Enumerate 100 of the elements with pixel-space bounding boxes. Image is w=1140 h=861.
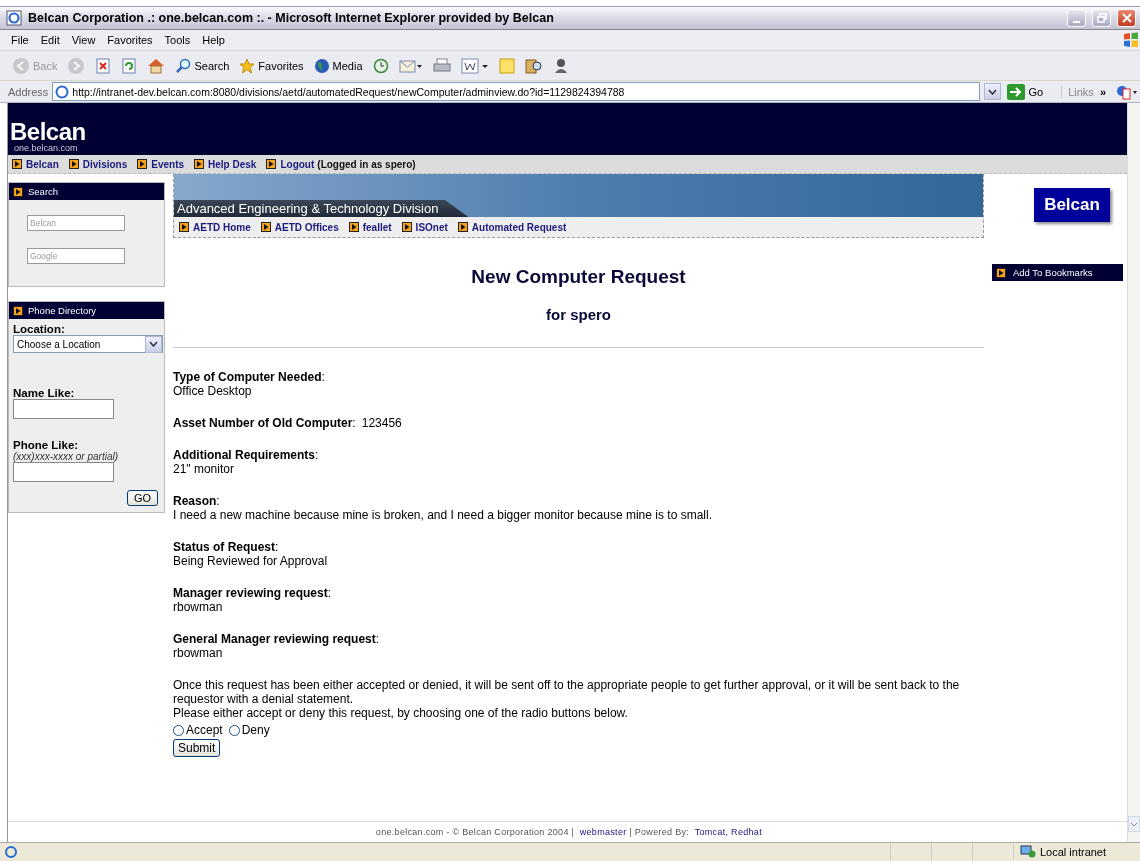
minimize-button[interactable]	[1067, 9, 1086, 27]
division-link[interactable]: Automated Request	[457, 221, 567, 233]
nav-link[interactable]: Belcan	[12, 158, 59, 170]
page-icon	[55, 84, 70, 99]
person-icon	[552, 57, 569, 74]
nav-link[interactable]: Logout	[266, 158, 315, 170]
login-status: (Logged in as spero)	[317, 158, 416, 170]
note-icon	[498, 57, 515, 74]
chevron-down-icon	[987, 88, 997, 95]
menu-item[interactable]: Tools	[161, 34, 200, 46]
name-field[interactable]	[13, 399, 114, 419]
division-title: Advanced Engineering & Technology Division	[174, 200, 469, 217]
division-link[interactable]: ISOnet	[401, 221, 448, 233]
search-button[interactable]: Search	[173, 55, 232, 76]
field-value: I need a new machine because mine is broken, and I need a bigger monitor because mine is to small.	[173, 508, 713, 522]
bullet-icon	[348, 222, 359, 232]
restore-button[interactable]	[1092, 9, 1111, 27]
instruction-text: Please either accept or deny this request, by choosing one of the radio buttons below.	[173, 706, 629, 720]
go-button[interactable]: Go	[1004, 83, 1058, 100]
bullet-icon	[13, 305, 23, 316]
menu-item[interactable]: Help	[199, 34, 234, 46]
media-button[interactable]: Media	[311, 55, 365, 76]
info-paragraph: Once this request has been either accepted or denied, it will be sent off to the appropriate people to get further approval, or it will be sent back to the requestor with a denial statement.	[173, 678, 961, 706]
footer-link[interactable]: Tomcat,	[691, 827, 729, 837]
footer-link[interactable]: Redhat	[728, 827, 762, 837]
phone-field[interactable]	[13, 462, 114, 482]
bullet-icon	[266, 159, 277, 169]
division-link[interactable]: AETD Home	[179, 221, 251, 233]
division-link[interactable]: feallet	[348, 221, 392, 233]
globe-icon	[313, 57, 330, 74]
chevron-down-icon	[1130, 821, 1138, 827]
star-icon	[239, 57, 256, 74]
intranet-icon	[1020, 845, 1036, 859]
bullet-icon	[194, 159, 205, 169]
radio-option[interactable]: Deny	[228, 723, 270, 737]
field-value: 123456	[361, 416, 402, 430]
site-logo[interactable]: Belcan one.belcan.com	[10, 120, 86, 153]
minimize-icon	[1073, 20, 1080, 23]
bullet-icon	[12, 159, 22, 169]
more-button[interactable]: »	[1099, 85, 1106, 98]
zone-label: Local intranet	[1040, 846, 1107, 858]
scrollbar[interactable]	[1127, 103, 1140, 842]
close-button[interactable]	[1117, 9, 1136, 27]
browser-icon	[6, 10, 22, 26]
go-button[interactable]: GO	[126, 490, 158, 506]
arrow-right-icon	[1006, 83, 1025, 100]
dropdown-button[interactable]	[983, 83, 1001, 100]
submit-button[interactable]: Submit	[173, 739, 221, 757]
location-select[interactable]: Choose a Location	[13, 335, 163, 353]
nav-link[interactable]: Events	[137, 158, 185, 170]
document-edit-icon	[460, 57, 489, 74]
field-label: Status of Request:	[173, 540, 280, 554]
mail-icon	[398, 57, 423, 74]
edit-button[interactable]	[458, 55, 491, 76]
field-label: Asset Number of Old Computer:	[173, 416, 356, 430]
bullet-icon	[260, 222, 271, 232]
field-value: Being Reviewed for Approval	[173, 554, 329, 568]
name-label: Name Like:	[13, 387, 76, 399]
bullet-icon	[68, 159, 79, 169]
menu-item[interactable]: File	[8, 34, 38, 46]
bullet-icon	[401, 222, 412, 232]
bullet-icon	[179, 222, 189, 232]
panel-title: Search	[28, 186, 59, 197]
close-icon	[1121, 13, 1132, 23]
window-title: Belcan Corporation .: one.belcan.com :. - Microsoft Internet Explorer provided by Belcan	[28, 11, 555, 25]
radio-option[interactable]: Accept	[173, 723, 223, 737]
bullet-icon	[13, 186, 23, 197]
page-title: New Computer Request	[470, 266, 687, 288]
menu-item[interactable]: Edit	[37, 34, 69, 46]
search-field[interactable]: Belcan	[27, 215, 125, 231]
home-icon	[147, 57, 166, 74]
nav-link[interactable]: Divisions	[68, 158, 128, 170]
page-subtitle: for spero	[545, 306, 612, 323]
location-label: Location:	[13, 323, 66, 335]
panel-title: Phone Directory	[28, 305, 97, 316]
belcan-logo[interactable]: Belcan	[1034, 188, 1110, 222]
division-link[interactable]: AETD Offices	[260, 221, 339, 233]
pdf-icon[interactable]	[1116, 83, 1138, 100]
field-label: General Manager reviewing request:	[173, 632, 381, 646]
field-label: Type of Computer Needed:	[173, 370, 326, 384]
bullet-icon	[137, 159, 148, 169]
bookmark-link[interactable]: Add To Bookmarks	[992, 264, 1123, 281]
search-icon	[175, 57, 192, 74]
field-label: Additional Requirements:	[173, 448, 320, 462]
phone-label: Phone Like:	[13, 439, 80, 451]
address-field[interactable]: http://intranet-dev.belcan.com:8080/divisions/aetd/automatedRequest/newComputer/adminview.do?id=1129824394788	[52, 82, 980, 101]
chevron-down-icon	[149, 341, 158, 347]
field-value: 21" monitor	[173, 462, 235, 476]
nav-link[interactable]: Help Desk	[194, 158, 257, 170]
search-field[interactable]: Google	[27, 248, 125, 264]
menu-item[interactable]: View	[68, 34, 105, 46]
refresh-icon	[121, 57, 138, 74]
bullet-icon	[457, 222, 468, 232]
footer-link[interactable]: webmaster	[576, 827, 627, 837]
field-value: Office Desktop	[173, 384, 253, 398]
stop-icon	[95, 57, 112, 74]
research-icon	[524, 57, 543, 74]
menu-item[interactable]: Favorites	[104, 34, 162, 46]
restore-icon	[1096, 13, 1107, 23]
favorites-button[interactable]: Favorites	[237, 55, 306, 76]
